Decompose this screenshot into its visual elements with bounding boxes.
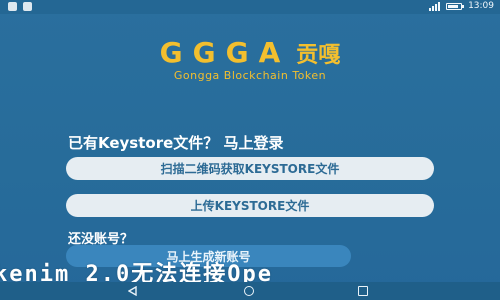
status-bar: 13:09 xyxy=(0,0,500,14)
signal-icon xyxy=(429,1,441,11)
logo-chinese-name: 贡嘎 xyxy=(296,43,341,68)
status-indicators: 13:09 xyxy=(429,1,494,11)
navigation-bar xyxy=(0,282,500,300)
app-logo: GGGA 贡嘎 Gongga Blockchain Token xyxy=(0,36,500,82)
notification-icon xyxy=(23,2,32,11)
battery-icon xyxy=(446,2,465,10)
notification-icons xyxy=(8,2,32,11)
home-circle-icon[interactable] xyxy=(244,286,254,296)
recent-square-icon[interactable] xyxy=(358,286,368,296)
login-heading: 已有Keystore文件？ 马上登录 xyxy=(68,134,284,152)
back-triangle-icon[interactable] xyxy=(128,286,138,296)
upload-keystore-button[interactable]: 上传KEYSTORE文件 xyxy=(66,194,434,217)
scan-qr-button[interactable]: 扫描二维码获取KEYSTORE文件 xyxy=(66,157,434,180)
logo-wordmark: GGGA 贡嘎 xyxy=(160,36,341,69)
notification-icon xyxy=(8,2,17,11)
logo-subtitle: Gongga Blockchain Token xyxy=(173,69,327,82)
status-time: 13:09 xyxy=(468,1,494,11)
logo-letters: GGGA xyxy=(159,36,291,69)
